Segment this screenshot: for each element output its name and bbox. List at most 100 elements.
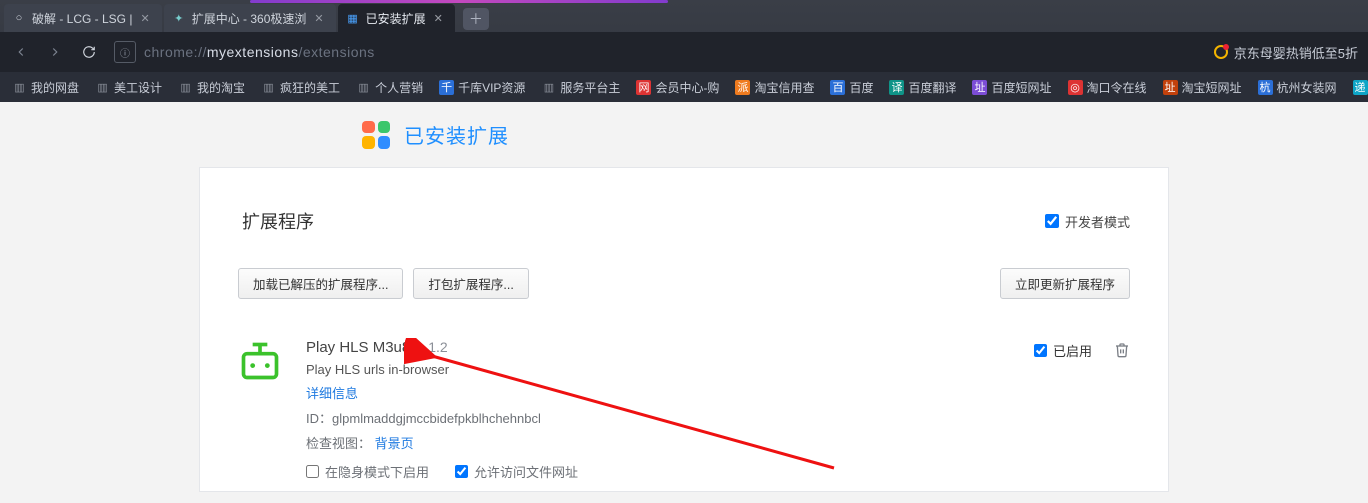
incognito-toggle[interactable]: 在隐身模式下启用 [306, 462, 429, 481]
tab-1[interactable]: ✦ 扩展中心 - 360极速浏 ✕ [164, 4, 336, 32]
site-icon: ◎ [1068, 80, 1083, 95]
address-area: ⓘ chrome://myextensions/extensions [110, 41, 379, 63]
tab-2[interactable]: ▦ 已安装扩展 ✕ [338, 4, 455, 32]
extensions-panel: 扩展程序 开发者模式 加载已解压的扩展程序... 打包扩展程序... 立即更新扩… [199, 167, 1169, 492]
page-content: 已安装扩展 扩展程序 开发者模式 加载已解压的扩展程序... 打包扩展程序...… [0, 102, 1368, 492]
promo-text: 京东母婴热销低至5折 [1234, 43, 1358, 62]
folder-icon: ▥ [541, 80, 556, 95]
tab-label: 破解 - LCG - LSG | [32, 10, 132, 27]
delete-icon[interactable] [1114, 341, 1130, 359]
browser-chrome: ○ 破解 - LCG - LSG | ✕ ✦ 扩展中心 - 360极速浏 ✕ ▦… [0, 0, 1368, 102]
tab-strip: ○ 破解 - LCG - LSG | ✕ ✦ 扩展中心 - 360极速浏 ✕ ▦… [0, 0, 1368, 32]
bookmark-item[interactable]: 译百度翻译 [883, 75, 962, 99]
bookmark-label: 我的网盘 [31, 79, 79, 96]
bookmark-item[interactable]: ▥我的淘宝 [172, 75, 251, 99]
bookmark-item[interactable]: 千千库VIP资源 [433, 75, 531, 99]
bookmark-item[interactable]: 杭杭州女装网 [1252, 75, 1343, 99]
incognito-checkbox[interactable] [306, 465, 319, 478]
page-title: 已安装扩展 [404, 120, 509, 149]
bookmark-label: 疯狂的美工 [280, 79, 340, 96]
folder-icon: ▥ [95, 80, 110, 95]
bookmark-label: 淘宝信用查 [754, 79, 814, 96]
forward-button[interactable] [42, 39, 68, 65]
bookmark-label: 百度短网址 [991, 79, 1051, 96]
new-tab-button[interactable]: ＋ [463, 8, 489, 30]
developer-mode-label: 开发者模式 [1065, 212, 1130, 231]
details-link[interactable]: 详细信息 [306, 386, 358, 401]
file-urls-label: 允许访问文件网址 [474, 462, 578, 481]
developer-mode-checkbox[interactable] [1045, 214, 1059, 228]
bookmark-item[interactable]: 百百度 [824, 75, 879, 99]
back-button[interactable] [8, 39, 34, 65]
bookmark-item[interactable]: ▥ 美工设计 [89, 75, 168, 99]
folder-icon: ▥ [178, 80, 193, 95]
id-label: ID： [306, 411, 332, 426]
extension-body: Play HLS M3u8 1.2 Play HLS urls in-brows… [306, 339, 946, 481]
id-value: glpmlmaddgjmccbidefpkblhchehnbcl [332, 411, 541, 426]
extension-right-controls: 已启用 [970, 339, 1130, 481]
bookmark-item[interactable]: ▥ 疯狂的美工 [255, 75, 346, 99]
incognito-label: 在隐身模式下启用 [325, 462, 429, 481]
bookmark-item[interactable]: ◎ 淘口令在线 [1062, 75, 1153, 99]
url-path: /extensions [298, 44, 374, 60]
url-scheme: chrome:// [144, 44, 207, 60]
tab-0[interactable]: ○ 破解 - LCG - LSG | ✕ [4, 4, 162, 32]
background-page-link[interactable]: 背景页 [375, 436, 414, 451]
bookmark-label: 淘宝短网址 [1182, 79, 1242, 96]
extensions-icon: ▦ [346, 11, 360, 25]
bookmark-item[interactable]: 递快递100-查 [1347, 75, 1368, 99]
bookmarks-bar: ▥我的网盘▥美工设计▥我的淘宝▥疯狂的美工▥个人营销千千库VIP资源▥服务平台主… [0, 72, 1368, 102]
bookmark-label: 百度 [849, 79, 873, 96]
toolbar: ⓘ chrome://myextensions/extensions 京东母婴热… [0, 32, 1368, 72]
load-unpacked-button[interactable]: 加载已解压的扩展程序... [238, 268, 403, 299]
section-header: 扩展程序 开发者模式 [238, 208, 1130, 234]
pack-extension-button[interactable]: 打包扩展程序... [413, 268, 528, 299]
developer-mode-toggle[interactable]: 开发者模式 [1045, 212, 1130, 231]
bookmark-item[interactable]: ▥个人营销 [350, 75, 429, 99]
tab-label: 已安装扩展 [366, 10, 426, 27]
site-icon: 递 [1353, 80, 1368, 95]
favicon: ○ [12, 11, 26, 25]
bookmark-label: 千库VIP资源 [458, 79, 525, 96]
bookmark-label: 淘口令在线 [1087, 79, 1147, 96]
bookmark-label: 杭州女装网 [1277, 79, 1337, 96]
update-extensions-button[interactable]: 立即更新扩展程序 [1000, 268, 1130, 299]
bookmark-item[interactable]: 派淘宝信用查 [729, 75, 820, 99]
promo-link[interactable]: 京东母婴热销低至5折 [1214, 43, 1360, 62]
bookmark-label: 美工设计 [114, 79, 162, 96]
close-icon[interactable]: ✕ [432, 12, 445, 25]
action-button-row: 加载已解压的扩展程序... 打包扩展程序... 立即更新扩展程序 [238, 268, 1130, 299]
page-header: 已安装扩展 [0, 102, 1368, 167]
site-icon: 千 [439, 80, 454, 95]
enable-toggle[interactable]: 已启用 [1034, 341, 1092, 360]
extension-name: Play HLS M3u8 [306, 339, 410, 356]
bookmark-label: 服务平台主 [560, 79, 620, 96]
site-info-icon[interactable]: ⓘ [114, 41, 136, 63]
address-bar[interactable]: chrome://myextensions/extensions [144, 44, 375, 60]
app-logo-icon [362, 121, 390, 149]
extension-description: Play HLS urls in-browser [306, 362, 946, 377]
extension-title-row: Play HLS M3u8 1.2 [306, 339, 946, 356]
bookmark-item[interactable]: 址百度短网址 [966, 75, 1057, 99]
file-urls-checkbox[interactable] [455, 465, 468, 478]
inspect-label: 检查视图： [306, 436, 371, 451]
site-icon: 译 [889, 80, 904, 95]
site-icon: 杭 [1258, 80, 1273, 95]
folder-icon: ▥ [261, 80, 276, 95]
enable-label: 已启用 [1053, 341, 1092, 360]
bookmark-item[interactable]: 网会员中心-购 [630, 75, 725, 99]
bookmark-item[interactable]: ▥ 服务平台主 [535, 75, 626, 99]
site-icon: 址 [1163, 80, 1178, 95]
promo-icon [1214, 45, 1228, 59]
bookmark-item[interactable]: 址淘宝短网址 [1157, 75, 1248, 99]
extension-icon [238, 339, 282, 383]
site-icon: 址 [972, 80, 987, 95]
reload-button[interactable] [76, 39, 102, 65]
folder-icon: ▥ [12, 80, 27, 95]
file-urls-toggle[interactable]: 允许访问文件网址 [455, 462, 578, 481]
close-icon[interactable]: ✕ [312, 12, 325, 25]
folder-icon: ▥ [356, 80, 371, 95]
enable-checkbox[interactable] [1034, 344, 1047, 357]
close-icon[interactable]: ✕ [138, 12, 151, 25]
bookmark-item[interactable]: ▥ 我的网盘 [6, 75, 85, 99]
